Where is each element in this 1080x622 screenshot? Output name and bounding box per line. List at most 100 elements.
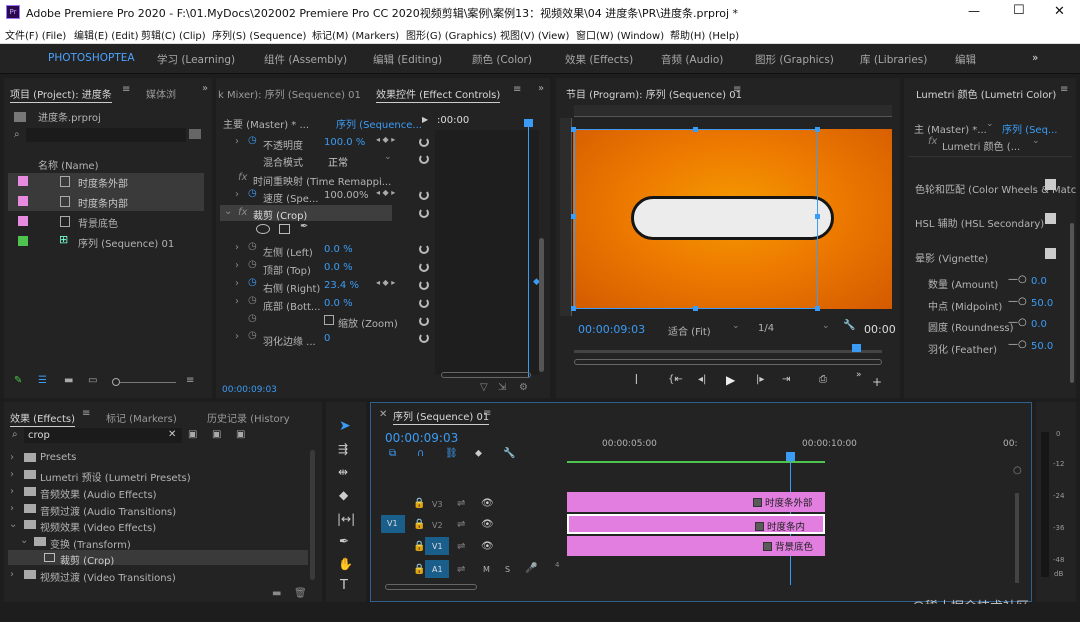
- eye-icon[interactable]: 👁: [481, 498, 494, 509]
- yuv-effects-icon[interactable]: ▣: [236, 429, 245, 440]
- crop-left-value[interactable]: 0.0 %: [324, 244, 353, 255]
- stopwatch-icon[interactable]: ◷: [248, 188, 257, 199]
- type-tool-icon[interactable]: T: [340, 578, 348, 593]
- expand-chevron[interactable]: ›: [235, 278, 239, 289]
- program-zoom-bar[interactable]: [574, 359, 882, 365]
- reset-icon[interactable]: [419, 280, 429, 290]
- workspace-graphics[interactable]: 图形 (Graphics): [755, 52, 834, 67]
- slider-handle[interactable]: —○: [1008, 274, 1027, 285]
- timeline-timecode[interactable]: 00:00:09:03: [385, 431, 458, 445]
- vignette-roundness-value[interactable]: 0.0: [1031, 319, 1047, 330]
- workspace-libraries[interactable]: 库 (Libraries): [860, 52, 927, 67]
- stopwatch-icon[interactable]: ◷: [248, 241, 257, 252]
- transform-handle[interactable]: [571, 214, 576, 219]
- export-frame-icon[interactable]: ⎙: [819, 374, 827, 385]
- effects-folder[interactable]: 视频效果 (Video Effects): [40, 519, 156, 534]
- ellipse-mask-icon[interactable]: [256, 224, 270, 234]
- clip-v1[interactable]: 背景底色: [567, 536, 825, 556]
- workspace-assembly[interactable]: 组件 (Assembly): [264, 52, 347, 67]
- lock-icon[interactable]: 🔒: [413, 519, 425, 530]
- timeline-playhead-handle[interactable]: [786, 452, 795, 461]
- panel-menu-icon[interactable]: ≡: [513, 84, 521, 95]
- effects-folder[interactable]: Lumetri 预设 (Lumetri Presets): [40, 469, 191, 484]
- master-clip-select[interactable]: 主要 (Master) * ...: [223, 116, 309, 131]
- blend-mode-select[interactable]: 正常: [328, 154, 348, 169]
- clip-v2[interactable]: 时度条内: [567, 514, 825, 534]
- transform-handle[interactable]: [571, 127, 576, 132]
- menu-window[interactable]: 窗口(W) (Window): [576, 27, 664, 42]
- filter-icon[interactable]: ▽: [480, 382, 488, 393]
- menu-markers[interactable]: 标记(M) (Markers): [312, 27, 399, 42]
- lock-icon[interactable]: 🔒: [413, 541, 425, 552]
- tab-effect-controls[interactable]: 效果控件 (Effect Controls): [376, 86, 501, 103]
- solo-button[interactable]: S: [505, 565, 510, 574]
- expand-chevron[interactable]: ⌄: [9, 519, 17, 530]
- expand-chevron[interactable]: ›: [235, 331, 239, 342]
- project-item-name[interactable]: 序列 (Sequence) 01: [78, 235, 174, 250]
- transform-handle[interactable]: [693, 306, 698, 311]
- effects-folder[interactable]: Presets: [40, 452, 76, 463]
- add-marker-icon[interactable]: ⬥: [475, 448, 482, 459]
- reset-icon[interactable]: [419, 316, 429, 326]
- reset-icon[interactable]: [419, 244, 429, 254]
- freeform-view-icon[interactable]: ▭: [88, 375, 97, 386]
- transform-handle[interactable]: [815, 214, 820, 219]
- lock-icon[interactable]: 🔒: [413, 498, 425, 509]
- expand-chevron[interactable]: ›: [235, 260, 239, 271]
- effects-search-value[interactable]: crop: [28, 430, 50, 441]
- chevron-down-icon[interactable]: ⌄: [986, 119, 994, 129]
- lumetri-master-select[interactable]: 主 (Master) *...: [914, 121, 987, 136]
- export-frame-icon[interactable]: ⇲: [498, 382, 506, 393]
- add-marker-icon[interactable]: ⎸: [636, 374, 646, 385]
- transform-handle[interactable]: [815, 127, 820, 132]
- project-item-name[interactable]: 背景底色: [78, 215, 118, 230]
- chevron-down-icon[interactable]: ⌄: [384, 152, 392, 162]
- opacity-value[interactable]: 100.0 %: [324, 137, 365, 148]
- zoom-slider-handle[interactable]: [112, 378, 120, 386]
- sync-lock-icon[interactable]: ⇌: [457, 564, 465, 575]
- expand-chevron[interactable]: ›: [10, 503, 14, 514]
- stopwatch-icon[interactable]: ◷: [248, 135, 257, 146]
- stopwatch-icon[interactable]: ◷: [248, 277, 257, 288]
- vignette-amount-value[interactable]: 0.0: [1031, 276, 1047, 287]
- timeline-scroll-handle[interactable]: ○: [1013, 465, 1022, 476]
- reset-icon[interactable]: [419, 262, 429, 272]
- menu-edit[interactable]: 编辑(E) (Edit): [74, 27, 138, 42]
- lumetri-sequence-select[interactable]: 序列 (Seq...: [1002, 121, 1057, 136]
- pencil-icon[interactable]: ✎: [14, 375, 22, 386]
- zoom-slider[interactable]: [114, 382, 176, 383]
- button-editor-icon[interactable]: »: [856, 370, 862, 380]
- sequence-clip-select[interactable]: 序列 (Sequence...: [336, 116, 422, 131]
- crop-bottom-value[interactable]: 0.0 %: [324, 298, 353, 309]
- workspace-editing[interactable]: 编辑 (Editing): [373, 52, 442, 67]
- ec-zoom-scrollbar[interactable]: [441, 372, 531, 378]
- reset-icon[interactable]: [419, 208, 429, 218]
- hand-tool-icon[interactable]: ✋: [338, 557, 353, 571]
- play-button[interactable]: ▶: [726, 373, 735, 387]
- eye-icon[interactable]: 👁: [481, 519, 494, 530]
- menu-view[interactable]: 视图(V) (View): [500, 27, 569, 42]
- tab-markers[interactable]: 标记 (Markers): [106, 410, 177, 425]
- tab-project[interactable]: 项目 (Project): 进度条: [10, 86, 112, 103]
- microphone-icon[interactable]: 🎤: [525, 563, 537, 574]
- project-item-name[interactable]: 时度条内部: [78, 195, 128, 210]
- chevron-down-icon[interactable]: ⌄: [1032, 136, 1040, 146]
- hsl-secondary-section[interactable]: HSL 辅助 (HSL Secondary): [915, 215, 1044, 230]
- expand-chevron[interactable]: ›: [10, 486, 14, 497]
- panel-menu-icon[interactable]: ≡: [483, 408, 491, 419]
- step-forward-icon[interactable]: |▸: [756, 374, 764, 385]
- 32bit-effects-icon[interactable]: ▣: [212, 429, 221, 440]
- new-bin-icon[interactable]: ▬: [272, 588, 281, 599]
- reset-icon[interactable]: [419, 190, 429, 200]
- effects-folder[interactable]: 视频过渡 (Video Transitions): [40, 569, 176, 584]
- track-select-tool-icon[interactable]: ⇶: [338, 442, 348, 456]
- workspace-overflow-button[interactable]: »: [1032, 52, 1038, 64]
- close-tab-icon[interactable]: ✕: [379, 409, 387, 420]
- workspace-color[interactable]: 颜色 (Color): [472, 52, 532, 67]
- sync-lock-icon[interactable]: ⇌: [457, 498, 465, 509]
- go-to-in-icon[interactable]: {⇤: [668, 374, 683, 385]
- nest-icon[interactable]: ⧉: [389, 448, 396, 459]
- ec-playhead-handle[interactable]: [524, 119, 533, 127]
- settings-icon[interactable]: ⚙: [519, 382, 528, 393]
- eye-icon[interactable]: 👁: [481, 541, 494, 552]
